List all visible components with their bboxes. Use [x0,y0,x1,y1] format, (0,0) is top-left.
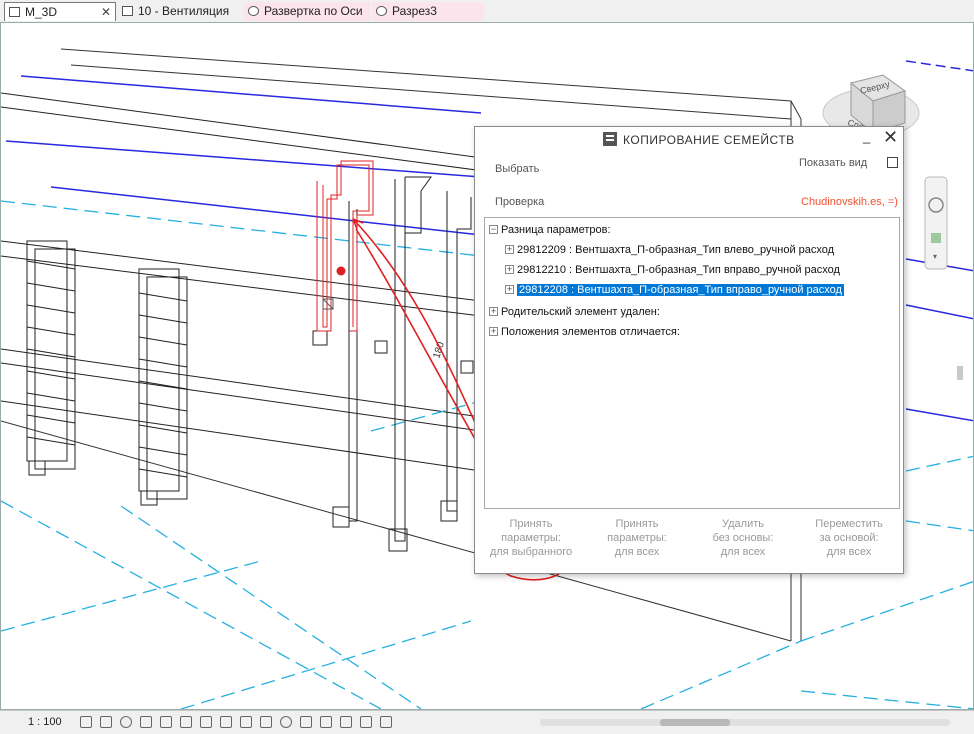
tab-label: Разрез3 [392,4,437,18]
accept-params-all-button[interactable]: Принять параметры: для всех [587,517,687,567]
tab-section-3[interactable]: Разрез3 [372,2,484,21]
analysis-icon[interactable] [280,716,292,728]
button-line: за основой: [819,532,879,544]
close-icon[interactable]: ✕ [101,3,111,22]
minimize-icon[interactable]: _ [863,129,870,144]
constraints-icon[interactable] [320,716,332,728]
app-logo-icon [603,132,617,146]
plan-view-icon [122,6,133,16]
temporary-hide-icon[interactable] [240,716,252,728]
expand-icon[interactable]: + [505,264,514,274]
hidden-elements-icon[interactable] [380,716,392,728]
button-line: Принять [509,518,553,530]
design-options-icon[interactable] [360,716,372,728]
home-icon [9,7,20,17]
dialog-titlebar[interactable]: КОПИРОВАНИЕ СЕМЕЙСТВ _ ✕ [475,127,903,153]
accept-params-selected-button[interactable]: Принять параметры: для выбранного [481,517,581,567]
visual-style-icon[interactable] [100,716,112,728]
tab-ventilation[interactable]: 10 - Вентиляция [118,2,242,21]
highlight-displacement-icon[interactable] [300,716,312,728]
lock-view-icon[interactable] [220,716,232,728]
button-line: параметры: [607,532,667,544]
tab-m-3d[interactable]: M_3D ✕ [4,2,116,21]
tree-item[interactable]: +29812209 : Вентшахта_П-образная_Тип вле… [505,242,834,258]
button-line: для всех [826,546,872,558]
button-line: для всех [720,546,766,558]
tree-node-label: Родительский элемент удален: [501,306,660,318]
elevation-view-icon [248,6,259,16]
horizontal-scrollbar[interactable] [540,719,950,726]
show-crop-icon[interactable] [200,716,212,728]
expand-icon[interactable]: + [505,284,514,294]
button-line: Принять [615,518,659,530]
button-line: для всех [614,546,660,558]
tree-node-position-differs[interactable]: + Положения элементов отличается: [489,324,680,340]
copy-families-dialog: КОПИРОВАНИЕ СЕМЕЙСТВ _ ✕ Выбрать Показат… [474,126,904,574]
navigation-bar[interactable]: ▾ [924,176,948,270]
worksharing-icon[interactable] [340,716,352,728]
move-with-host-button[interactable]: Переместить за основой: для всех [799,517,899,567]
svg-text:▾: ▾ [933,252,937,261]
select-button[interactable]: Выбрать [495,163,539,175]
reveal-hidden-icon[interactable] [260,716,272,728]
dialog-title: КОПИРОВАНИЕ СЕМЕЙСТВ [623,133,795,147]
expand-icon[interactable]: + [489,326,498,336]
section-view-icon [376,6,387,16]
tree-item-selected[interactable]: +29812208 : Вентшахта_П-образная_Тип впр… [505,282,844,298]
check-button[interactable]: Проверка [495,196,544,208]
author-label: Chudinovskih.es, =) [801,196,898,208]
close-icon[interactable]: ✕ [883,127,898,148]
sun-path-icon[interactable] [120,716,132,728]
tree-item-label: 29812209 : Вентшахта_П-образная_Тип влев… [517,244,835,256]
view-control-bar: 1 : 100 [0,710,974,734]
expand-icon[interactable]: + [489,306,498,316]
shadows-icon[interactable] [140,716,152,728]
tree-item-label: 29812210 : Вентшахта_П-образная_Тип впра… [517,264,840,276]
tree-item[interactable]: +29812210 : Вентшахта_П-образная_Тип впр… [505,262,840,278]
expand-icon[interactable]: + [505,244,514,254]
delete-without-host-button[interactable]: Удалить без основы: для всех [693,517,793,567]
collapse-icon[interactable]: − [489,224,498,234]
button-line: Удалить [722,518,764,530]
scroll-thumb[interactable] [660,719,730,726]
tree-node-param-diff[interactable]: − Разница параметров: [489,222,611,238]
button-line: для выбранного [489,546,573,558]
tree-node-parent-deleted[interactable]: + Родительский элемент удален: [489,304,660,320]
button-line: Переместить [815,518,883,530]
tree-item-label: 29812208 : Вентшахта_П-образная_Тип впра… [517,284,844,296]
tree-node-label: Положения элементов отличается: [501,326,680,338]
detail-level-icon[interactable] [80,716,92,728]
button-line: параметры: [501,532,561,544]
render-icon[interactable] [160,716,172,728]
differences-tree[interactable]: − Разница параметров: +29812209 : Вентшах… [484,217,900,509]
show-view-checkbox[interactable] [887,157,898,168]
crop-view-icon[interactable] [180,716,192,728]
show-view-label: Показать вид [799,157,868,169]
view-tab-bar: M_3D ✕ 10 - Вентиляция Развертка по Оси … [0,0,974,37]
tab-label: 10 - Вентиляция [138,4,230,18]
tab-label: M_3D [25,5,58,19]
button-line: без основы: [712,532,774,544]
tree-node-label: Разница параметров: [501,224,611,236]
tab-unfolding-axis-1[interactable]: Развертка по Оси 1 [244,2,370,37]
scale-label[interactable]: 1 : 100 [28,716,62,728]
